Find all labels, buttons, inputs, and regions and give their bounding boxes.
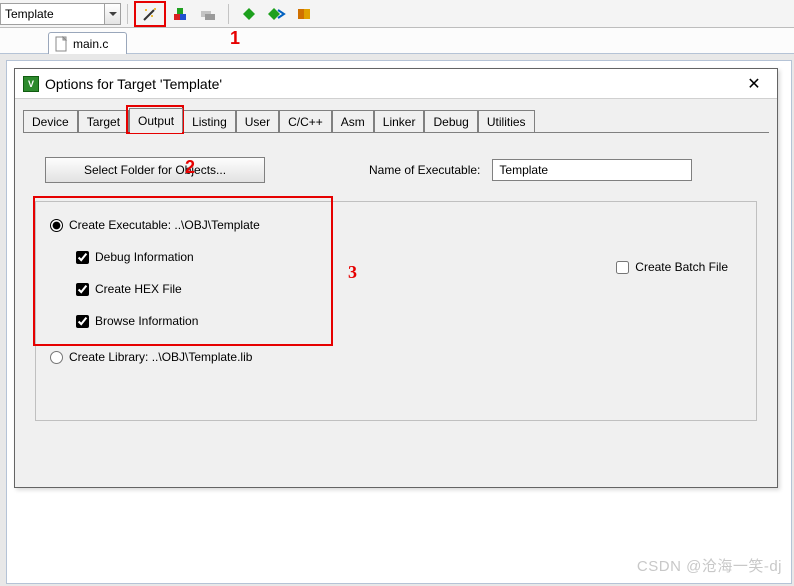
create-hex-checkbox[interactable] xyxy=(76,283,89,296)
create-executable-radio[interactable] xyxy=(50,219,63,232)
close-button[interactable]: ✕ xyxy=(739,72,769,96)
stacked-blocks-icon xyxy=(171,5,189,23)
target-combo[interactable]: Template xyxy=(0,3,105,25)
download-button[interactable] xyxy=(295,4,315,24)
editor-area: V Options for Target 'Template' ✕ Device… xyxy=(0,54,794,586)
create-hex-label: Create HEX File xyxy=(95,282,182,296)
tab-device[interactable]: Device xyxy=(23,110,78,132)
debug-information-checkbox[interactable] xyxy=(76,251,89,264)
watermark: CSDN @沧海一笑-dj xyxy=(637,555,782,576)
file-tab-main-c[interactable]: main.c xyxy=(48,32,127,54)
dialog-body: Select Folder for Objects... Name of Exe… xyxy=(23,141,769,433)
tab-asm[interactable]: Asm xyxy=(332,110,374,132)
toolbar-separator xyxy=(127,4,128,24)
editor-tabs: main.c xyxy=(0,28,794,54)
options-dialog: V Options for Target 'Template' ✕ Device… xyxy=(14,68,778,488)
executable-name-input[interactable] xyxy=(492,159,692,181)
debug-information-label: Debug Information xyxy=(95,250,194,264)
dialog-titlebar: V Options for Target 'Template' ✕ xyxy=(15,69,777,99)
target-combo-text: Template xyxy=(5,7,54,21)
radio-create-library[interactable]: Create Library: ..\OBJ\Template.lib xyxy=(50,346,742,368)
annotation-1: 1 xyxy=(230,28,240,49)
tab-output[interactable]: Output xyxy=(129,108,183,132)
configure-flash-button[interactable] xyxy=(267,4,287,24)
annotation-2: 2 xyxy=(185,157,195,178)
green-diamond-icon xyxy=(241,6,257,22)
name-of-executable-label: Name of Executable: xyxy=(369,163,480,177)
tab-listing[interactable]: Listing xyxy=(183,110,236,132)
manage-rtos-button[interactable] xyxy=(198,4,218,24)
tab-target[interactable]: Target xyxy=(78,110,129,132)
output-row1: Select Folder for Objects... Name of Exe… xyxy=(45,157,757,183)
dialog-title: Options for Target 'Template' xyxy=(45,76,222,92)
chevron-down-icon xyxy=(109,10,117,18)
green-diamond-arrow-icon xyxy=(268,6,286,22)
layers-icon xyxy=(199,5,217,23)
document-icon xyxy=(55,36,69,52)
app-icon: V xyxy=(23,76,39,92)
tab-linker[interactable]: Linker xyxy=(374,110,425,132)
file-tab-label: main.c xyxy=(73,37,108,51)
radio-create-executable[interactable]: Create Executable: ..\OBJ\Template xyxy=(50,214,742,236)
browse-information-checkbox[interactable] xyxy=(76,315,89,328)
chk-create-batch-file[interactable]: Create Batch File xyxy=(616,260,728,274)
tab-user[interactable]: User xyxy=(236,110,279,132)
dialog-tabs: Device Target Output Listing User C/C++ … xyxy=(23,109,769,133)
browse-information-label: Browse Information xyxy=(95,314,198,328)
tab-debug[interactable]: Debug xyxy=(424,110,477,132)
chk-browse-information[interactable]: Browse Information xyxy=(76,310,742,332)
tab-cpp[interactable]: C/C++ xyxy=(279,110,332,132)
output-group: Create Executable: ..\OBJ\Template Debug… xyxy=(35,201,757,421)
book-icon xyxy=(296,6,314,22)
magic-wand-icon xyxy=(141,5,159,23)
executable-options: Debug Information Create HEX File Browse… xyxy=(76,246,742,332)
create-batch-file-checkbox[interactable] xyxy=(616,261,629,274)
create-library-radio[interactable] xyxy=(50,351,63,364)
manage-components-button[interactable] xyxy=(170,4,190,24)
create-library-label: Create Library: ..\OBJ\Template.lib xyxy=(69,350,252,364)
target-combo-drop[interactable] xyxy=(105,3,121,25)
create-executable-label: Create Executable: ..\OBJ\Template xyxy=(69,218,260,232)
options-for-target-button[interactable] xyxy=(134,1,166,27)
insert-file-button[interactable] xyxy=(239,4,259,24)
chk-create-hex[interactable]: Create HEX File xyxy=(76,278,742,300)
create-batch-file-label: Create Batch File xyxy=(635,260,728,274)
select-folder-button[interactable]: Select Folder for Objects... xyxy=(45,157,265,183)
annotation-3: 3 xyxy=(348,262,357,283)
tab-utilities[interactable]: Utilities xyxy=(478,110,535,132)
toolbar-separator xyxy=(228,4,229,24)
main-toolbar: Template 1 xyxy=(0,0,794,28)
